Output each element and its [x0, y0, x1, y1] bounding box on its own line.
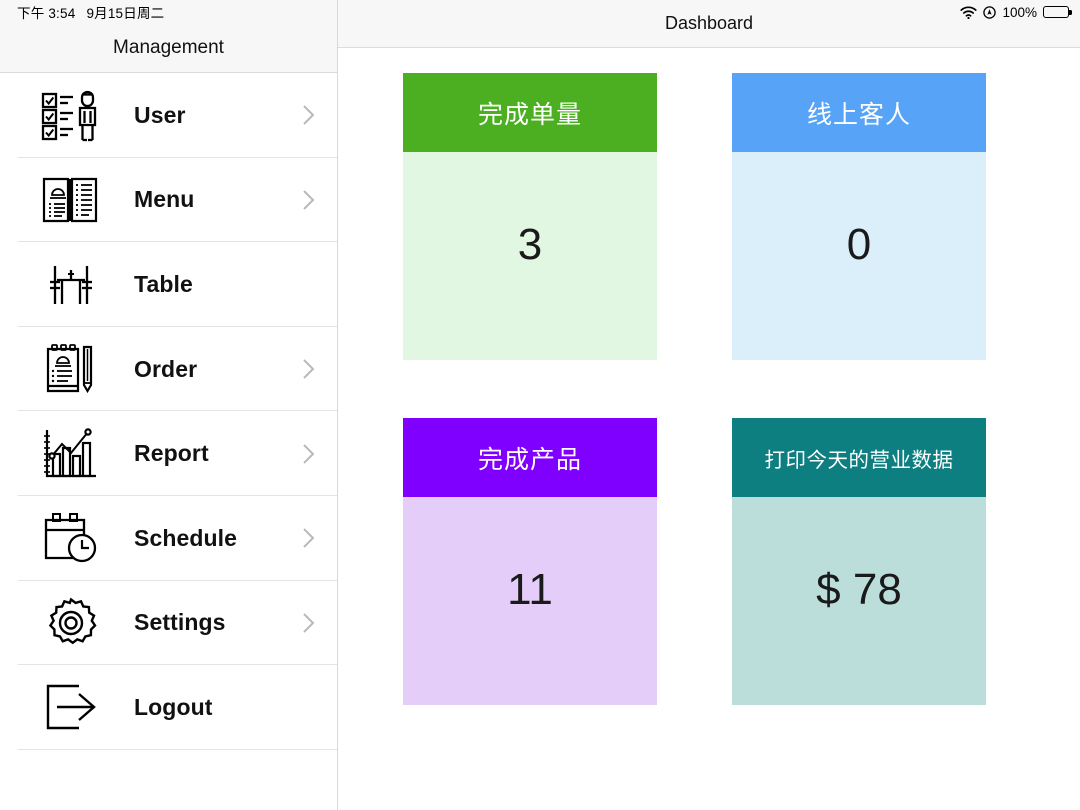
dashboard-title: Dashboard: [664, 13, 754, 33]
sidebar-item-label: Report: [134, 440, 209, 467]
gear-icon: [38, 592, 104, 654]
sidebar-item-user[interactable]: User: [0, 73, 337, 158]
sidebar-item-label: Schedule: [134, 524, 238, 551]
status-bar-date: 9月15日周二: [86, 6, 165, 21]
sidebar-item-table[interactable]: Table: [0, 242, 337, 327]
sidebar-item-label: Table: [134, 270, 193, 297]
sidebar-item-label: Menu: [134, 186, 195, 213]
sidebar-item-report[interactable]: Report: [0, 411, 337, 496]
sidebar-item-menu[interactable]: Menu: [0, 157, 337, 243]
online-guests-card[interactable]: 线上客人 0: [732, 73, 986, 360]
calendar-clock-icon: [38, 507, 104, 569]
card-row-2: 完成产品 11 打印今天的营业数据 $ 78: [403, 418, 1050, 705]
location-services-icon: [983, 5, 997, 19]
completed-orders-card[interactable]: 完成单量 3: [403, 73, 657, 360]
sidebar-item-label: Logout: [134, 693, 213, 720]
status-bar-right: 100%: [960, 2, 1072, 22]
chevron-right-icon: [302, 443, 315, 465]
navigation-bar: Dashboard 100%: [338, 0, 1080, 48]
card-header: 线上客人: [732, 73, 986, 152]
sidebar-item-order[interactable]: Order: [0, 326, 337, 412]
chevron-right-icon: [302, 612, 315, 634]
sidebar-nav: User Menu Table Order Report Schedule Se…: [0, 73, 337, 750]
card-value: 3: [403, 152, 657, 360]
exit-arrow-icon: [38, 676, 104, 738]
sidebar-item-logout[interactable]: Logout: [0, 665, 337, 750]
card-value: 0: [732, 152, 986, 360]
print-today-sales-card[interactable]: 打印今天的营业数据 $ 78: [732, 418, 986, 705]
status-bar-left: 下午 3:54 9月15日周二: [0, 0, 337, 24]
completed-products-card[interactable]: 完成产品 11: [403, 418, 657, 705]
sidebar-item-label: Order: [134, 355, 198, 382]
card-value: 11: [403, 497, 657, 705]
sidebar-item-label: User: [134, 101, 186, 128]
card-value: $ 78: [732, 497, 986, 705]
main-content: Dashboard 100% 完成单量 3 线上客人 0 完成产品 11 打印今…: [338, 0, 1080, 810]
chevron-right-icon: [302, 189, 315, 211]
card-row-1: 完成单量 3 线上客人 0: [403, 73, 1050, 360]
bar-chart-icon: [38, 423, 104, 485]
sidebar-item-settings[interactable]: Settings: [0, 580, 337, 666]
battery-percent-label: 100%: [1002, 4, 1037, 20]
chevron-right-icon: [302, 104, 315, 126]
battery-full-icon: [1043, 5, 1072, 19]
user-checklist-icon: [38, 84, 104, 146]
sidebar-item-schedule[interactable]: Schedule: [0, 495, 337, 581]
dashboard-card-grid: 完成单量 3 线上客人 0 完成产品 11 打印今天的营业数据 $ 78: [403, 73, 1050, 705]
clipboard-pen-icon: [38, 338, 104, 400]
sidebar-header: 下午 3:54 9月15日周二 Management: [0, 0, 337, 73]
app-root: 下午 3:54 9月15日周二 Management User Menu Tab…: [0, 0, 1080, 810]
card-header: 完成产品: [403, 418, 657, 497]
chevron-right-icon: [302, 527, 315, 549]
sidebar: 下午 3:54 9月15日周二 Management User Menu Tab…: [0, 0, 338, 810]
status-bar-time: 下午 3:54: [17, 6, 76, 21]
sidebar-item-label: Settings: [134, 609, 226, 636]
wifi-icon: [960, 5, 978, 19]
chevron-right-icon: [302, 358, 315, 380]
card-header: 打印今天的营业数据: [732, 418, 986, 497]
dining-table-icon: [38, 253, 104, 315]
open-book-menu-icon: [38, 169, 104, 231]
card-header: 完成单量: [403, 73, 657, 152]
page-title: Management: [113, 37, 224, 58]
